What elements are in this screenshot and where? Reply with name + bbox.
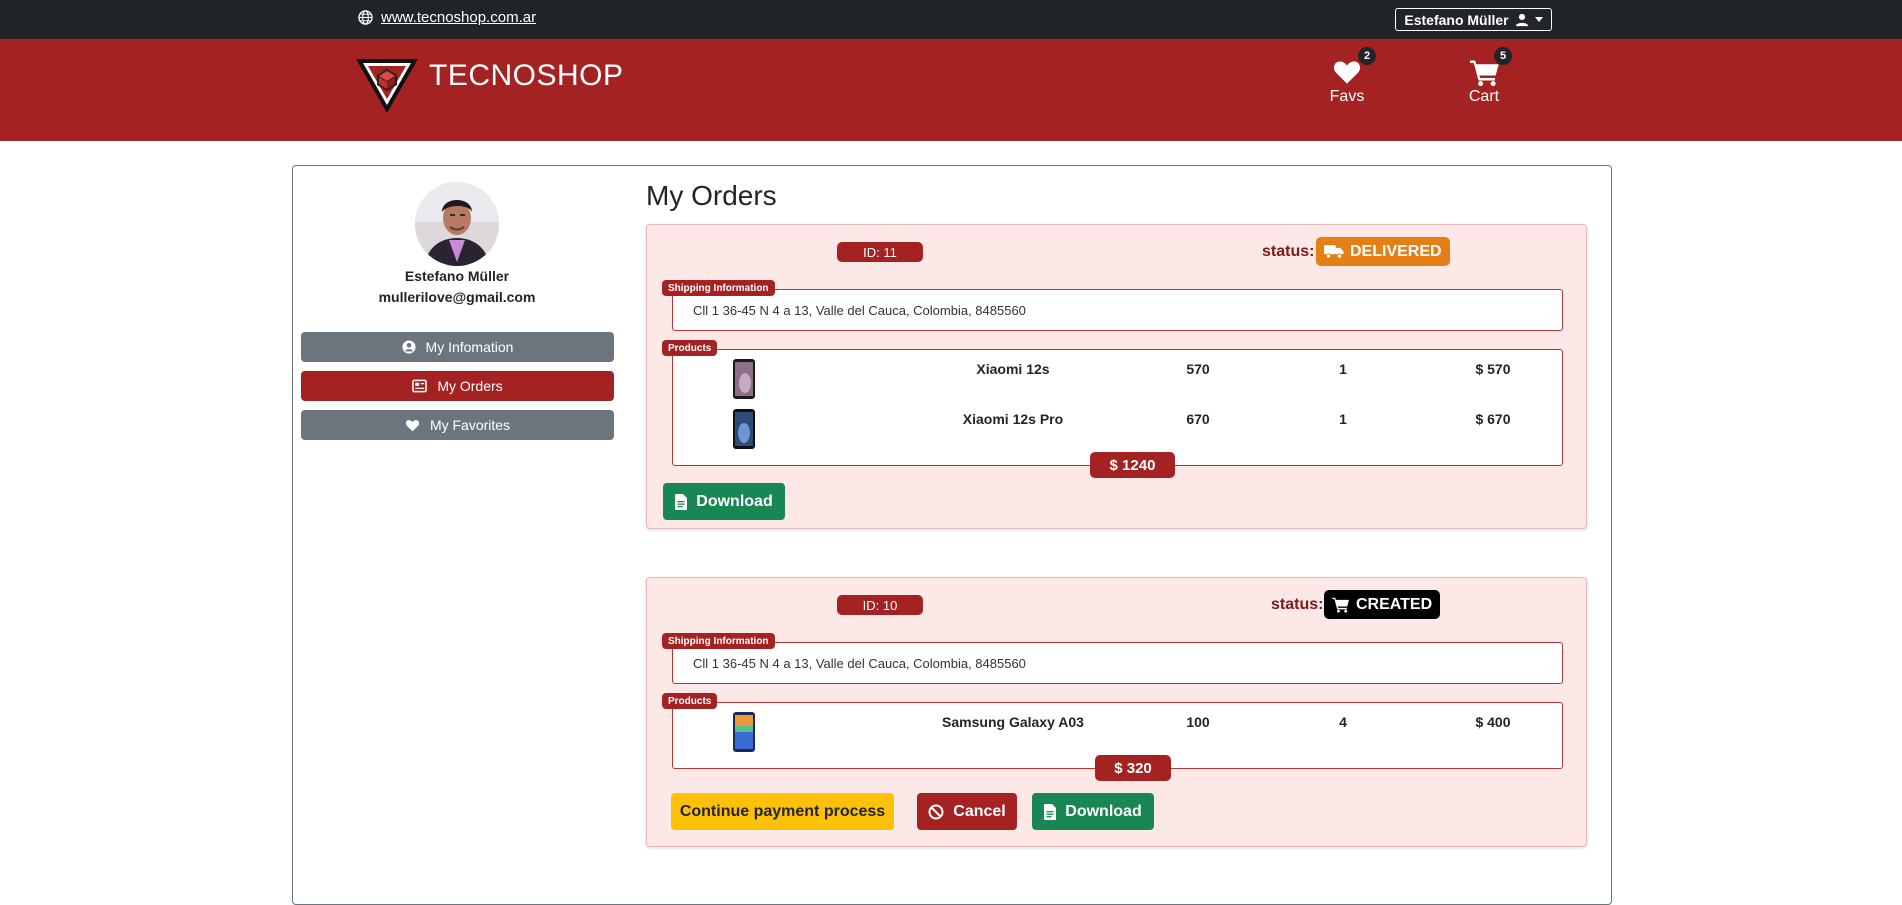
tecnoshop-logo-icon[interactable] [354,57,420,115]
heart-icon [1333,61,1361,84]
ban-icon [928,804,944,819]
shipping-section: Cll 1 36-45 N 4 a 13, Valle del Cauca, C… [672,289,1563,331]
cart-count-badge: 5 [1494,47,1512,65]
sidebar-item-label: My Favorites [429,417,511,433]
site-link-text[interactable]: www.tecnoshop.com.ar [381,9,536,26]
shipping-tag: Shipping Information [662,280,775,296]
products-tag: Products [662,693,718,709]
sidebar-item-label: My Orders [437,378,503,394]
order-total-badge: $ 320 [1095,755,1171,781]
product-row: Xiaomi 12s 570 1 $ 570 [673,356,1564,400]
cart-icon [1470,60,1499,87]
user-menu-button[interactable]: Estefano Müller [1395,8,1552,31]
user-circle-icon [401,340,416,354]
product-name: Xiaomi 12s [976,361,1050,377]
product-name: Xiaomi 12s Pro [962,411,1064,427]
shipping-section: Cll 1 36-45 N 4 a 13, Valle del Cauca, C… [672,642,1563,684]
file-pdf-icon [675,493,688,510]
shipping-address: Cll 1 36-45 N 4 a 13, Valle del Cauca, C… [693,303,1026,318]
product-quantity: 1 [1339,411,1347,427]
product-price: 570 [1186,361,1210,377]
product-quantity: 4 [1339,714,1347,730]
product-row: Xiaomi 12s Pro 670 1 $ 670 [673,406,1564,450]
phone-thumbnail-icon [733,359,755,399]
favs-link[interactable]: 2 Favs [1317,47,1377,109]
shipping-tag: Shipping Information [662,633,775,649]
file-pdf-icon [1044,803,1057,820]
phone-thumbnail-icon [733,409,755,449]
order-card: ID: 11 status: DELIVERED Cll 1 36-45 N 4… [646,224,1587,529]
status-label: status: [1271,596,1324,613]
product-row: Samsung Galaxy A03 100 4 $ 400 [673,709,1564,753]
sidebar-item-label: My Infomation [425,339,514,355]
product-total: $ 570 [1475,361,1511,377]
orders-icon [412,379,428,393]
user-menu-label: Estefano Müller [1404,11,1509,28]
top-bar: www.tecnoshop.com.ar Estefano Müller [0,0,1902,39]
product-name: Samsung Galaxy A03 [942,714,1084,730]
shipping-address: Cll 1 36-45 N 4 a 13, Valle del Cauca, C… [693,656,1026,671]
avatar [415,182,499,266]
cart-label: Cart [1468,88,1500,105]
favs-count-badge: 2 [1358,47,1376,65]
status-badge: DELIVERED [1316,237,1450,266]
sidebar-item-my-information[interactable]: My Infomation [301,332,614,362]
favs-label: Favs [1329,88,1365,105]
status-label: status: [1262,243,1315,260]
phone-thumbnail-icon [733,712,755,752]
products-tag: Products [662,340,718,356]
cart-icon [1332,597,1349,613]
continue-payment-label: Continue payment process [679,802,886,820]
status-text: DELIVERED [1350,242,1442,260]
cancel-button[interactable]: Cancel [917,793,1017,830]
site-link[interactable]: www.tecnoshop.com.ar [358,9,536,26]
download-label: Download [696,492,773,510]
order-card: ID: 10 status: CREATED Cll 1 36-45 N 4 a… [646,577,1587,847]
product-total: $ 400 [1475,714,1511,730]
download-button[interactable]: Download [1032,793,1154,830]
products-section: Xiaomi 12s 570 1 $ 570 Xiaomi 12s Pro 67… [672,349,1563,466]
chevron-down-icon [1534,17,1543,22]
truck-icon [1324,245,1344,259]
brand-name[interactable]: TECNOSHOP [429,59,624,93]
page-title: My Orders [646,180,777,211]
cart-link[interactable]: 5 Cart [1454,47,1514,109]
product-total: $ 670 [1475,411,1511,427]
heart-icon [405,419,420,431]
product-quantity: 1 [1339,361,1347,377]
user-icon [1515,13,1528,26]
product-price: 100 [1186,714,1210,730]
status-text: CREATED [1356,595,1433,613]
order-id-badge: ID: 11 [837,242,923,262]
cancel-label: Cancel [953,802,1006,820]
product-price: 670 [1186,411,1210,427]
status-badge: CREATED [1324,590,1441,619]
order-total-badge: $ 1240 [1090,452,1175,478]
globe-icon [358,10,373,25]
continue-payment-button[interactable]: Continue payment process [671,793,894,830]
sidebar-item-my-favorites[interactable]: My Favorites [301,410,614,440]
site-header [0,39,1902,141]
sidebar-item-my-orders[interactable]: My Orders [301,371,614,401]
profile-name: Estefano Müller [404,268,510,284]
profile-email: mullerilove@gmail.com [378,289,536,305]
download-button[interactable]: Download [663,483,785,520]
download-label: Download [1065,802,1142,820]
order-id-badge: ID: 10 [837,595,923,615]
